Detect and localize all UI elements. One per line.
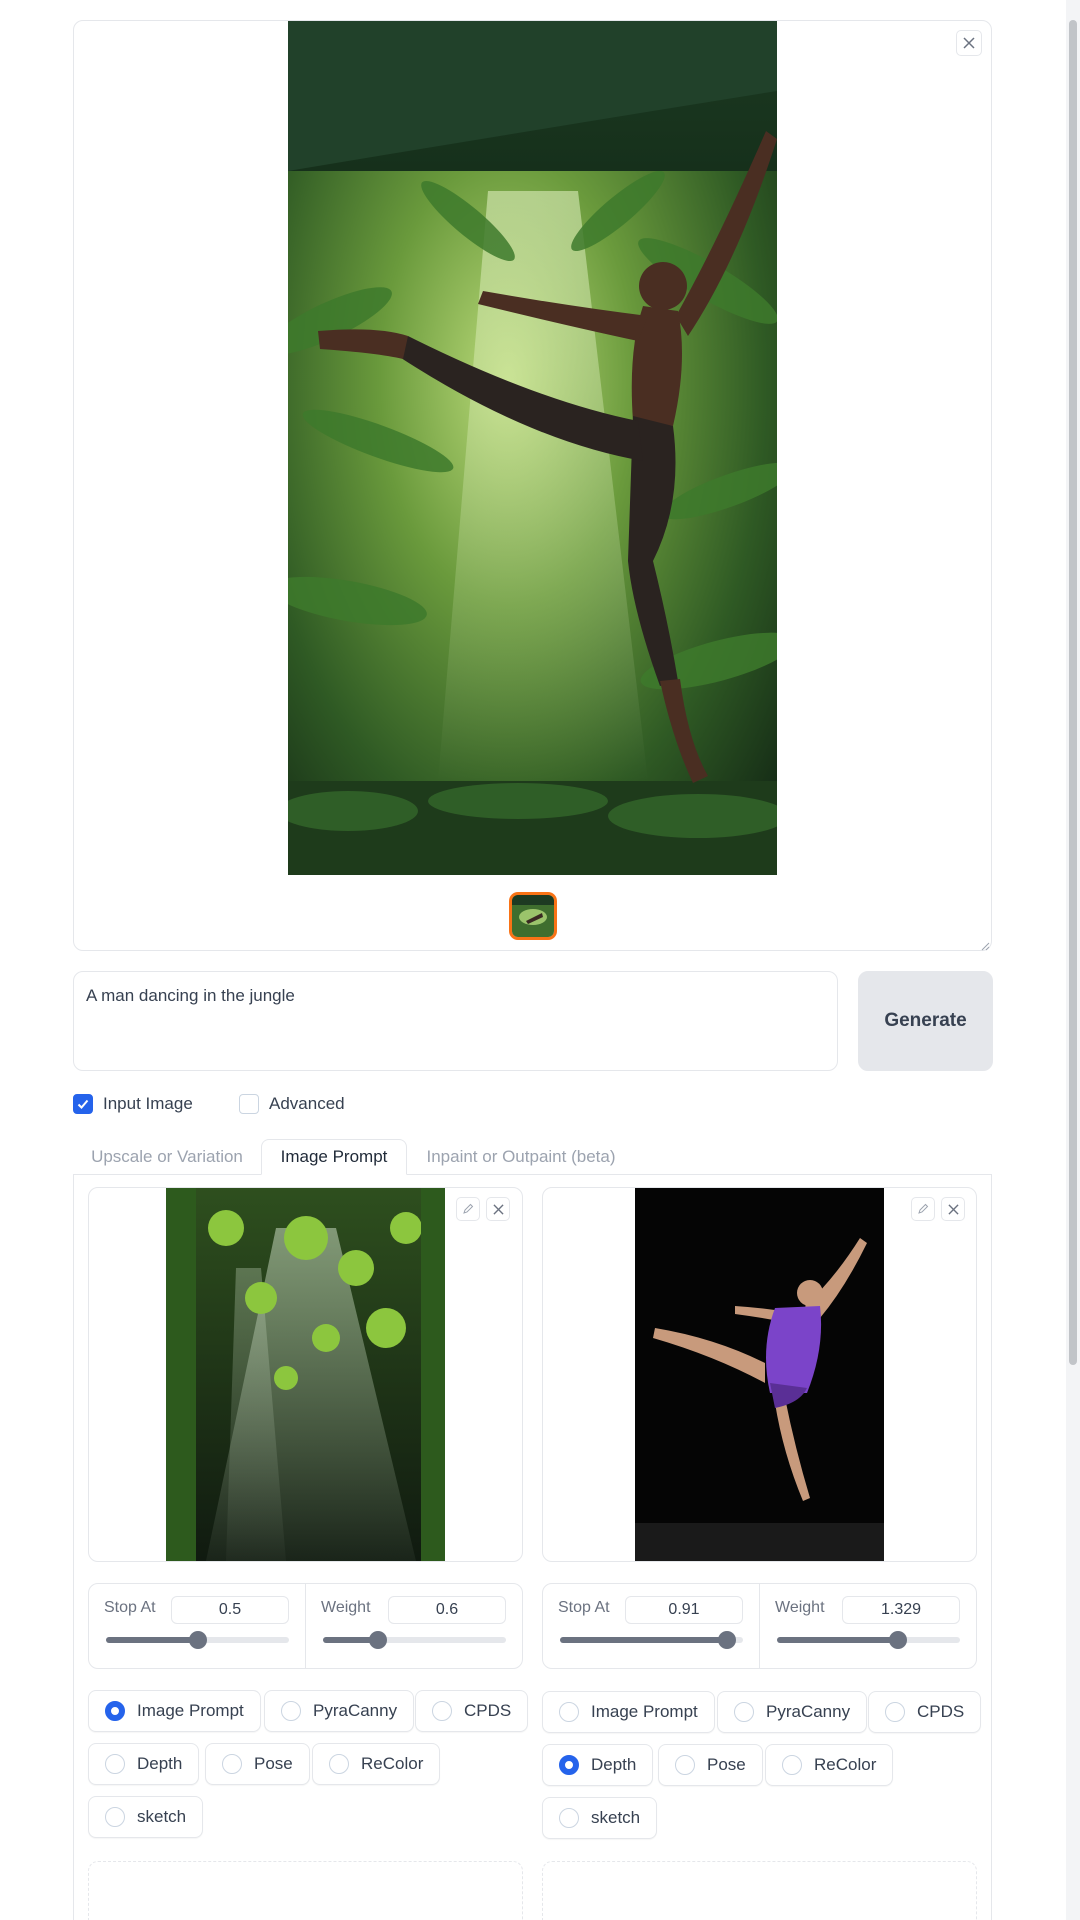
image-prompt-1-image xyxy=(166,1188,445,1561)
ip2-type-sketch[interactable]: sketch xyxy=(542,1797,658,1839)
tab-image-prompt[interactable]: Image Prompt xyxy=(261,1139,407,1175)
ip1-type-sketch[interactable]: sketch xyxy=(88,1796,204,1838)
radio-label: Pose xyxy=(707,1755,746,1774)
slider-divider xyxy=(305,1584,306,1668)
radio-label: PyraCanny xyxy=(313,1701,398,1720)
image-prompt-2-image xyxy=(635,1188,884,1561)
radio-icon xyxy=(329,1754,349,1774)
weight-input[interactable]: 1.329 xyxy=(842,1596,960,1624)
ip2-type-pose[interactable]: Pose xyxy=(658,1744,763,1786)
page-scrollbar-thumb[interactable] xyxy=(1069,20,1077,1365)
radio-icon xyxy=(734,1702,754,1722)
clear-icon[interactable] xyxy=(941,1197,965,1221)
radio-label: CPDS xyxy=(917,1702,965,1721)
input-image-checkbox[interactable]: Input Image xyxy=(73,1094,193,1114)
weight-label: Weight xyxy=(775,1599,825,1616)
ip1-type-depth[interactable]: Depth xyxy=(88,1743,200,1785)
prompt-input[interactable]: A man dancing in the jungle xyxy=(73,971,838,1071)
advanced-checkbox[interactable]: Advanced xyxy=(239,1094,345,1114)
radio-label: ReColor xyxy=(814,1755,877,1774)
radio-icon xyxy=(105,1754,125,1774)
radio-icon xyxy=(222,1754,242,1774)
radio-label: PyraCanny xyxy=(766,1702,851,1721)
radio-label: Depth xyxy=(137,1754,183,1773)
stop-at-slider-handle[interactable] xyxy=(718,1631,736,1649)
weight-label: Weight xyxy=(321,1599,371,1616)
checkbox-unchecked-icon xyxy=(239,1094,259,1114)
stop-at-input[interactable]: 0.91 xyxy=(625,1596,743,1624)
clear-icon[interactable] xyxy=(486,1197,510,1221)
resize-handle-icon[interactable] xyxy=(980,938,990,951)
generated-image[interactable] xyxy=(288,21,777,875)
radio-label: Image Prompt xyxy=(591,1702,698,1721)
radio-icon xyxy=(559,1755,579,1775)
stop-at-label: Stop At xyxy=(558,1599,610,1616)
edit-icon[interactable] xyxy=(911,1197,935,1221)
advanced-label: Advanced xyxy=(269,1094,345,1113)
radio-icon xyxy=(559,1702,579,1722)
ip1-type-pose[interactable]: Pose xyxy=(205,1743,310,1785)
radio-label: ReColor xyxy=(361,1754,424,1773)
weight-slider-handle[interactable] xyxy=(369,1631,387,1649)
image-thumbnail[interactable] xyxy=(509,892,557,940)
edit-icon[interactable] xyxy=(456,1197,480,1221)
ip1-type-recolor[interactable]: ReColor xyxy=(312,1743,441,1785)
stop-at-slider-fill xyxy=(106,1637,198,1643)
weight-slider-fill xyxy=(777,1637,898,1643)
ip1-type-pyracanny[interactable]: PyraCanny xyxy=(264,1690,415,1732)
stop-at-label: Stop At xyxy=(104,1599,156,1616)
radio-label: sketch xyxy=(137,1807,187,1826)
weight-input[interactable]: 0.6 xyxy=(388,1596,506,1624)
close-icon[interactable] xyxy=(956,30,982,56)
tab-inpaint-or-outpaint[interactable]: Inpaint or Outpaint (beta) xyxy=(407,1139,635,1175)
image-prompt-1-dropzone[interactable] xyxy=(88,1861,523,1920)
stop-at-slider-fill xyxy=(560,1637,727,1643)
radio-icon xyxy=(281,1701,301,1721)
radio-icon xyxy=(675,1755,695,1775)
radio-label: CPDS xyxy=(464,1701,512,1720)
ip2-type-cpds[interactable]: CPDS xyxy=(868,1691,982,1733)
weight-slider-handle[interactable] xyxy=(889,1631,907,1649)
checkbox-checked-icon xyxy=(73,1094,93,1114)
input-image-label: Input Image xyxy=(103,1094,193,1113)
ip2-type-depth[interactable]: Depth xyxy=(542,1744,654,1786)
radio-icon xyxy=(559,1808,579,1828)
slider-divider xyxy=(759,1584,760,1668)
radio-icon xyxy=(782,1755,802,1775)
ip2-type-recolor[interactable]: ReColor xyxy=(765,1744,894,1786)
image-prompt-2-dropzone[interactable] xyxy=(542,1861,977,1920)
tab-upscale-or-variation[interactable]: Upscale or Variation xyxy=(73,1139,261,1175)
radio-icon xyxy=(885,1702,905,1722)
radio-label: sketch xyxy=(591,1808,641,1827)
radio-label: Pose xyxy=(254,1754,293,1773)
ip1-type-image-prompt[interactable]: Image Prompt xyxy=(88,1690,261,1732)
ip1-type-cpds[interactable]: CPDS xyxy=(415,1690,529,1732)
prompt-text: A man dancing in the jungle xyxy=(86,986,295,1005)
stop-at-input[interactable]: 0.5 xyxy=(171,1596,289,1624)
radio-icon xyxy=(105,1807,125,1827)
ip2-type-pyracanny[interactable]: PyraCanny xyxy=(717,1691,868,1733)
radio-label: Depth xyxy=(591,1755,637,1774)
radio-icon xyxy=(432,1701,452,1721)
radio-label: Image Prompt xyxy=(137,1701,244,1720)
radio-icon xyxy=(105,1701,125,1721)
generate-button[interactable]: Generate xyxy=(858,971,993,1071)
stop-at-slider-handle[interactable] xyxy=(189,1631,207,1649)
ip2-type-image-prompt[interactable]: Image Prompt xyxy=(542,1691,715,1733)
